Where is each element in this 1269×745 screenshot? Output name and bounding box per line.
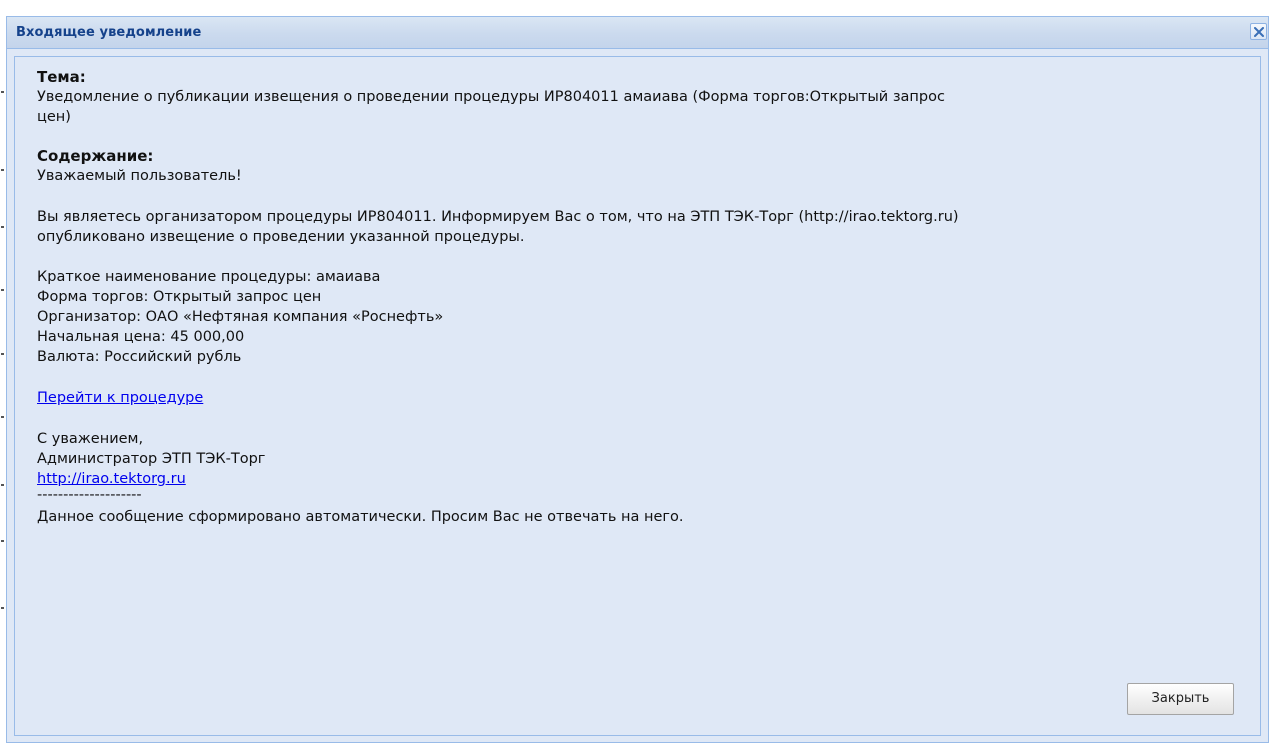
edge-mark xyxy=(1,540,4,542)
dialog-body: Тема: Уведомление о публикации извещения… xyxy=(14,56,1261,736)
edge-mark xyxy=(1,226,4,228)
content-label: Содержание: xyxy=(37,147,154,165)
subject-label: Тема: xyxy=(37,68,86,86)
edge-mark xyxy=(1,484,4,486)
signature-text: Администратор ЭТП ТЭК-Торг xyxy=(37,451,266,467)
separator-line: -------------------- xyxy=(37,487,142,503)
info-line: Вы являетесь организатором процедуры ИР8… xyxy=(37,209,959,225)
regards-text: С уважением, xyxy=(37,431,144,447)
subject-line: Уведомление о публикации извещения о про… xyxy=(37,89,945,105)
dialog-titlebar[interactable]: Входящее уведомление xyxy=(7,17,1268,49)
edge-mark xyxy=(1,607,4,609)
close-window-button[interactable] xyxy=(1250,23,1267,40)
greeting-text: Уважаемый пользователь! xyxy=(37,168,242,184)
edge-mark xyxy=(1,91,4,93)
go-to-procedure-link[interactable]: Перейти к процедуре xyxy=(37,388,203,408)
edge-mark xyxy=(1,353,4,355)
info-line: опубликовано извещение о проведении указ… xyxy=(37,229,525,245)
organizer: Организатор: ОАО «Нефтяная компания «Рос… xyxy=(37,309,444,325)
start-price: Начальная цена: 45 000,00 xyxy=(37,329,245,345)
edge-mark xyxy=(1,289,4,291)
notification-dialog: Входящее уведомление Тема: Уведомление о… xyxy=(6,16,1269,743)
dialog-title: Входящее уведомление xyxy=(16,25,202,40)
edge-mark xyxy=(1,416,4,418)
close-icon xyxy=(1254,27,1264,37)
edge-mark xyxy=(1,169,4,171)
procedure-name: Краткое наименование процедуры: амаиава xyxy=(37,269,381,285)
subject-line: цен) xyxy=(37,109,71,125)
close-button[interactable]: Закрыть xyxy=(1127,683,1234,715)
currency: Валюта: Российский рубль xyxy=(37,349,242,365)
trade-form: Форма торгов: Открытый запрос цен xyxy=(37,289,322,305)
footer-note: Данное сообщение сформировано автоматиче… xyxy=(37,509,684,525)
